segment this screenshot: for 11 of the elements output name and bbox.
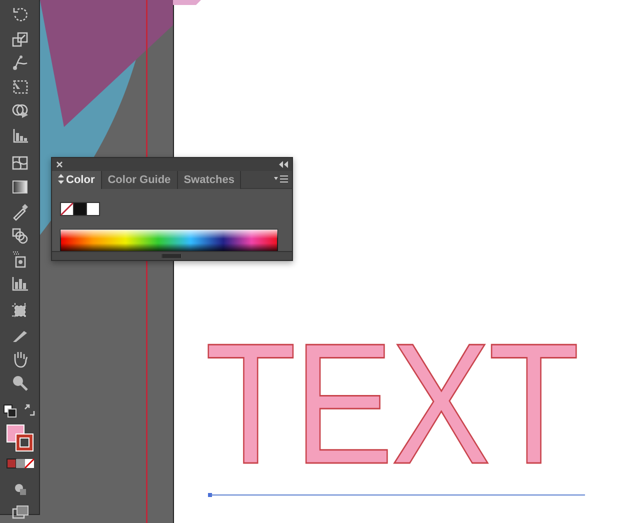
close-icon[interactable] — [56, 161, 63, 168]
fill-stroke-swatches[interactable] — [60, 202, 102, 216]
panel-tab[interactable]: Color Guide — [102, 170, 178, 188]
collapse-icon[interactable] — [279, 161, 288, 168]
color-spectrum[interactable] — [60, 229, 278, 253]
resize-grip-icon[interactable] — [162, 254, 182, 258]
panel-menu-icon[interactable] — [274, 175, 288, 184]
panel-tab[interactable]: Swatches — [178, 170, 242, 188]
text-object: TEXT — [205, 318, 578, 490]
options-toggle-icon — [58, 174, 64, 184]
panel-tab[interactable]: Color — [52, 170, 102, 188]
